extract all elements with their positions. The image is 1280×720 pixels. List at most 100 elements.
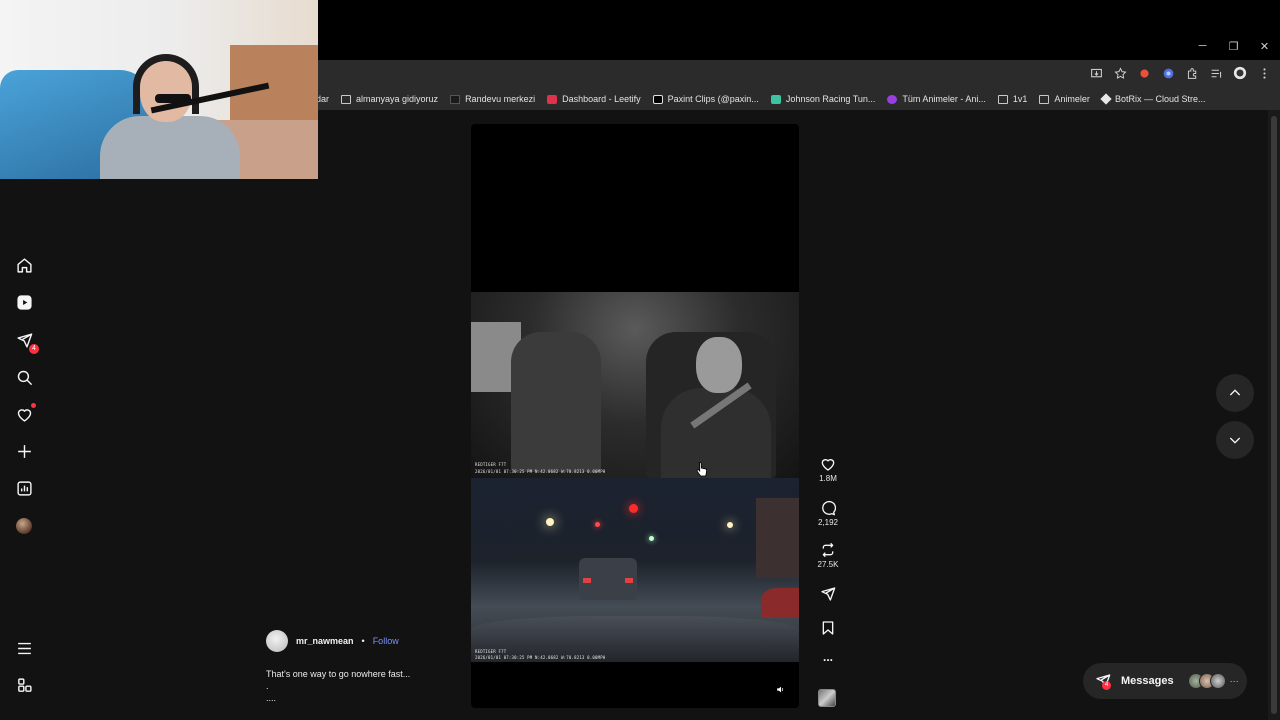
messages-label: Messages (1121, 675, 1174, 687)
chevron-down-icon (1229, 437, 1241, 444)
bookmark-label: 1v1 (1012, 94, 1028, 104)
reel-caption[interactable]: That's one way to go nowhere fast... . .… (266, 668, 466, 704)
more-options-button[interactable]: ... (812, 650, 844, 664)
heart-icon (821, 459, 835, 471)
sidebar-item-home[interactable] (14, 255, 34, 275)
folder-icon (997, 94, 1008, 104)
sidebar-item-dashboard[interactable] (14, 478, 34, 498)
repost-icon (822, 542, 834, 558)
repost-button[interactable]: 27.5K (812, 542, 844, 569)
save-button[interactable] (812, 620, 844, 636)
author-username[interactable]: mr_nawmean (296, 636, 354, 646)
reel-author: mr_nawmean • Follow That's one way to go… (266, 630, 466, 704)
like-button[interactable]: 1.8M (812, 456, 844, 483)
next-reel-button[interactable] (1216, 421, 1254, 459)
camera-timestamp: 2026/01/01 07:30:25 PM N:42.0682 W:70.82… (475, 655, 606, 660)
webcam-overlay (0, 0, 318, 179)
bookmark-item[interactable]: BotRix — Cloud Stre... (1100, 93, 1205, 105)
messages-badge: 4 (1102, 681, 1111, 690)
caption-line: That's one way to go nowhere fast... (266, 669, 411, 679)
driver-body (661, 388, 771, 478)
video-cabin-camera: REDTIGER F7T 2026/01/01 07:30:25 PM N:42… (471, 292, 799, 478)
caption-line: .... (266, 693, 277, 703)
traffic-light-red (595, 522, 600, 527)
sidebar-item-create[interactable] (14, 441, 34, 461)
page-scrollbar[interactable] (1268, 110, 1280, 720)
streamer-body (100, 116, 240, 179)
sidebar-nav: 4 (0, 110, 48, 720)
close-button[interactable]: ✕ (1249, 36, 1280, 56)
plus-icon (17, 444, 31, 458)
bookmark-item[interactable]: Paxint Clips (@paxin... (652, 94, 759, 104)
sidebar-item-messages[interactable]: 4 (14, 330, 39, 354)
original-audio-thumbnail[interactable] (818, 689, 836, 707)
recent-chat-avatars (1187, 673, 1226, 689)
street-light (546, 518, 554, 526)
traffic-light-red (629, 504, 638, 513)
scrollbar-thumb[interactable] (1271, 116, 1277, 714)
botrix-icon (1100, 93, 1112, 105)
restore-button[interactable]: ❐ (1218, 36, 1249, 56)
comment-button[interactable]: 2,192 (812, 500, 844, 527)
share-button[interactable] (812, 586, 844, 602)
direct-message-icon: 4 (1095, 673, 1111, 690)
folder-icon (1039, 94, 1050, 104)
sidebar-item-profile[interactable] (14, 516, 34, 536)
extensions-puzzle-icon[interactable] (1184, 65, 1200, 81)
bookmark-star-icon[interactable] (1112, 65, 1128, 81)
site-icon (887, 94, 898, 104)
avatar[interactable] (266, 630, 288, 652)
bookmark-item[interactable]: Tüm Animeler - Ani... (887, 94, 986, 104)
previous-reel-button[interactable] (1216, 374, 1254, 412)
bookmark-item[interactable]: Johnson Racing Tun... (770, 94, 876, 104)
hand-cursor-icon (696, 462, 708, 477)
bookmark-label: Animeler (1054, 94, 1090, 104)
reel-video-player[interactable]: REDTIGER F7T 2026/01/01 07:30:25 PM N:42… (471, 124, 799, 708)
toolbar-icons (1088, 65, 1272, 81)
share-icon (821, 587, 836, 601)
search-icon (17, 370, 32, 385)
red-car (761, 588, 799, 618)
messages-launcher[interactable]: 4 Messages ··· (1083, 663, 1247, 699)
driver-head (696, 337, 742, 393)
leetify-icon (547, 94, 558, 104)
extension-icon[interactable] (1160, 65, 1176, 81)
bookmark-item[interactable]: Dashboard - Leetify (547, 94, 641, 104)
follow-button[interactable]: Follow (373, 636, 399, 646)
browser-menu-icon[interactable] (1256, 65, 1272, 81)
car-seat (511, 332, 601, 472)
bookmark-label: Randevu merkezi (465, 94, 536, 104)
notification-dot (31, 403, 36, 408)
bookmark-folder[interactable]: Animeler (1039, 94, 1090, 104)
more-icon: ... (822, 650, 833, 664)
avatar (16, 518, 32, 534)
profile-icon[interactable] (1232, 65, 1248, 81)
dashboard-icon (16, 480, 32, 496)
folder-icon (341, 94, 352, 104)
extension-icon[interactable] (1136, 65, 1152, 81)
bookmark-label: Johnson Racing Tun... (785, 94, 876, 104)
install-app-icon[interactable] (1088, 65, 1104, 81)
bookmark-icon (822, 621, 834, 635)
tiktok-icon (652, 94, 663, 104)
webcam-streamer (95, 54, 245, 179)
media-controls-icon[interactable] (1208, 65, 1224, 81)
sidebar-item-also-from-meta[interactable] (14, 675, 34, 695)
speaker-icon (776, 686, 783, 692)
messages-badge: 4 (29, 344, 39, 354)
bookmark-folder[interactable]: 1v1 (997, 94, 1028, 104)
minimize-button[interactable]: ─ (1187, 36, 1218, 56)
camera-timestamp: 2026/01/01 07:30:25 PM N:42.0682 W:70.82… (475, 469, 606, 474)
traffic-light-green (649, 536, 654, 541)
sidebar-item-notifications[interactable] (14, 403, 36, 424)
mute-button[interactable] (773, 682, 787, 696)
sidebar-item-reels[interactable] (14, 292, 34, 312)
bookmark-item[interactable]: Randevu merkezi (450, 94, 535, 104)
bookmark-label: Dashboard - Leetify (562, 94, 641, 104)
author-row: mr_nawmean • Follow (266, 630, 466, 652)
more-chats-indicator: ··· (1229, 676, 1239, 686)
bookmark-folder[interactable]: almanyaya gidiyoruz (341, 94, 438, 104)
bookmark-label: Paxint Clips (@paxin... (667, 94, 759, 104)
sidebar-item-search[interactable] (14, 367, 34, 387)
sidebar-item-more[interactable] (14, 638, 34, 658)
